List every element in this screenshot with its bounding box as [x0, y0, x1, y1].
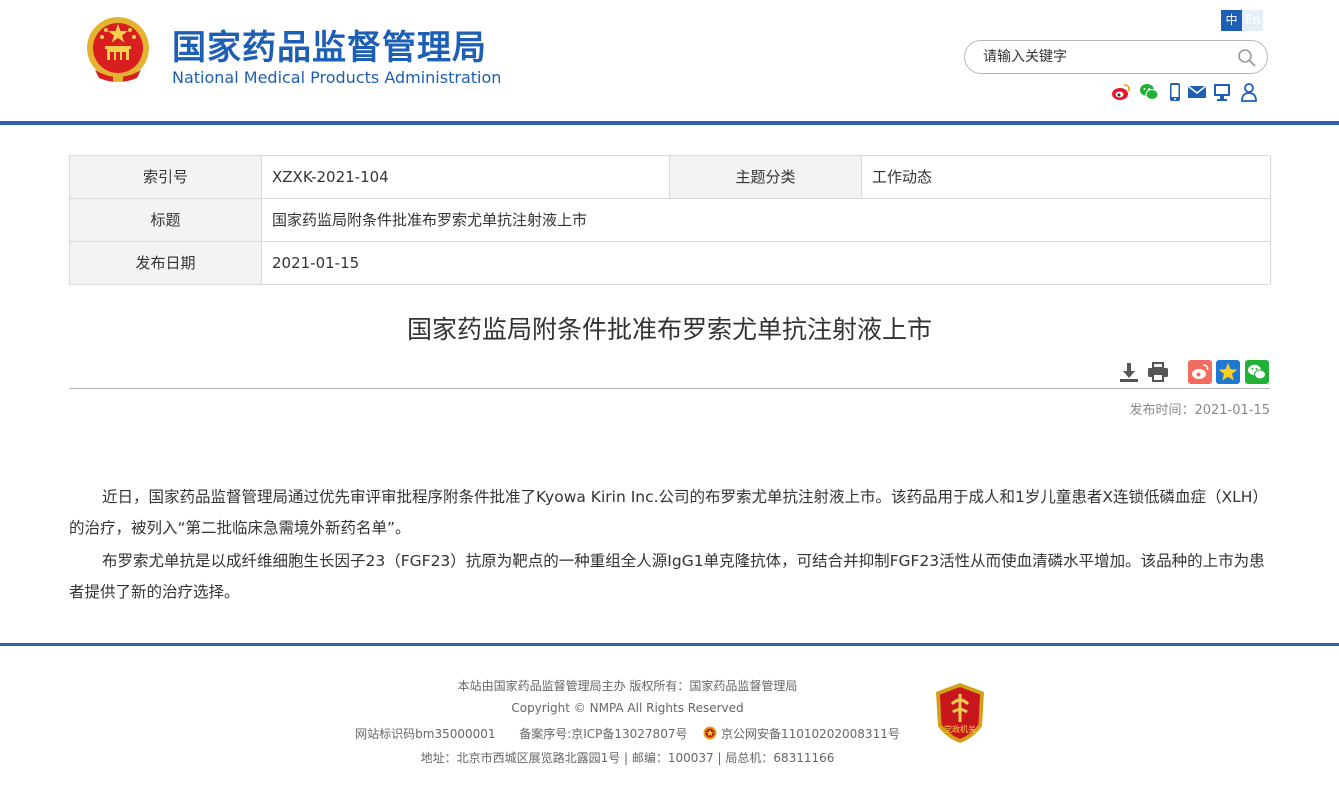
footer-registration: 网站标识码bm35000001 备案序号:京ICP备13027807号 京公网安…: [0, 725, 1255, 742]
weibo-icon[interactable]: [1111, 82, 1131, 102]
favorite-icon[interactable]: [1216, 360, 1240, 384]
title-value: 国家药监局附条件批准布罗索尤单抗注射液上市: [262, 199, 1271, 242]
search-icon[interactable]: [1237, 48, 1257, 68]
index-value: XZXK-2021-104: [262, 156, 670, 199]
topic-label: 主题分类: [670, 156, 862, 199]
icp-link[interactable]: 备案序号:京ICP备13027807号: [519, 727, 687, 741]
title-label: 标题: [70, 199, 262, 242]
police-badge-icon: [703, 726, 717, 740]
wechat-share-icon[interactable]: [1245, 360, 1269, 384]
footer-copyright: Copyright © NMPA All Rights Reserved: [511, 701, 744, 715]
info-row-date: 发布日期 2021-01-15: [70, 242, 1271, 285]
footer-address: 地址：北京市西城区展览路北露园1号 | 邮编：100037 | 局总机：6831…: [420, 751, 835, 765]
topic-value: 工作动态: [862, 156, 1271, 199]
date-label: 发布日期: [70, 242, 262, 285]
publish-time: 发布时间：2021-01-15: [1129, 403, 1270, 418]
site-name-en[interactable]: National Medical Products Administration: [172, 68, 501, 87]
weibo-share-icon[interactable]: [1188, 360, 1212, 384]
article-title: 国家药监局附条件批准布罗索尤单抗注射液上市: [406, 315, 932, 344]
info-row-index: 索引号 XZXK-2021-104 主题分类 工作动态: [70, 156, 1271, 199]
gov-organ-badge[interactable]: 党政机关: [934, 682, 986, 744]
print-icon[interactable]: [1146, 360, 1170, 384]
date-value: 2021-01-15: [262, 242, 1271, 285]
site-name-cn[interactable]: 国家药品监督管理局: [172, 20, 487, 69]
mobile-icon[interactable]: [1165, 82, 1185, 102]
police-record-link[interactable]: 京公网安备11010202008311号: [721, 727, 900, 741]
national-emblem: [87, 17, 149, 82]
index-label: 索引号: [70, 156, 262, 199]
lang-zh-button[interactable]: 中: [1221, 10, 1242, 31]
screen-icon[interactable]: [1212, 82, 1232, 102]
lang-en-button[interactable]: En: [1242, 10, 1263, 31]
info-table: 索引号 XZXK-2021-104 主题分类 工作动态 标题 国家药监局附条件批…: [69, 155, 1271, 285]
title-divider: [69, 388, 1270, 389]
footer-sponsor: 本站由国家药品监督管理局主办 版权所有：国家药品监督管理局: [457, 679, 798, 693]
search-box: [964, 40, 1268, 74]
email-icon[interactable]: [1187, 82, 1207, 102]
info-row-title: 标题 国家药监局附条件批准布罗索尤单抗注射液上市: [70, 199, 1271, 242]
site-code: 网站标识码bm35000001: [355, 727, 496, 741]
wechat-icon[interactable]: [1139, 82, 1159, 102]
article-paragraph: 近日，国家药品监督管理局通过优先审评审批程序附条件批准了Kyowa Kirin …: [69, 488, 1268, 537]
header-divider: [0, 121, 1339, 125]
search-input[interactable]: [983, 41, 1223, 73]
download-icon[interactable]: [1117, 360, 1141, 384]
user-icon[interactable]: [1239, 82, 1259, 102]
article-paragraph: 布罗索尤单抗是以成纤维细胞生长因子23（FGF23）抗原为靶点的一种重组全人源I…: [69, 552, 1265, 601]
footer-divider: [0, 643, 1339, 646]
gov-badge-text: 党政机关: [944, 724, 976, 734]
